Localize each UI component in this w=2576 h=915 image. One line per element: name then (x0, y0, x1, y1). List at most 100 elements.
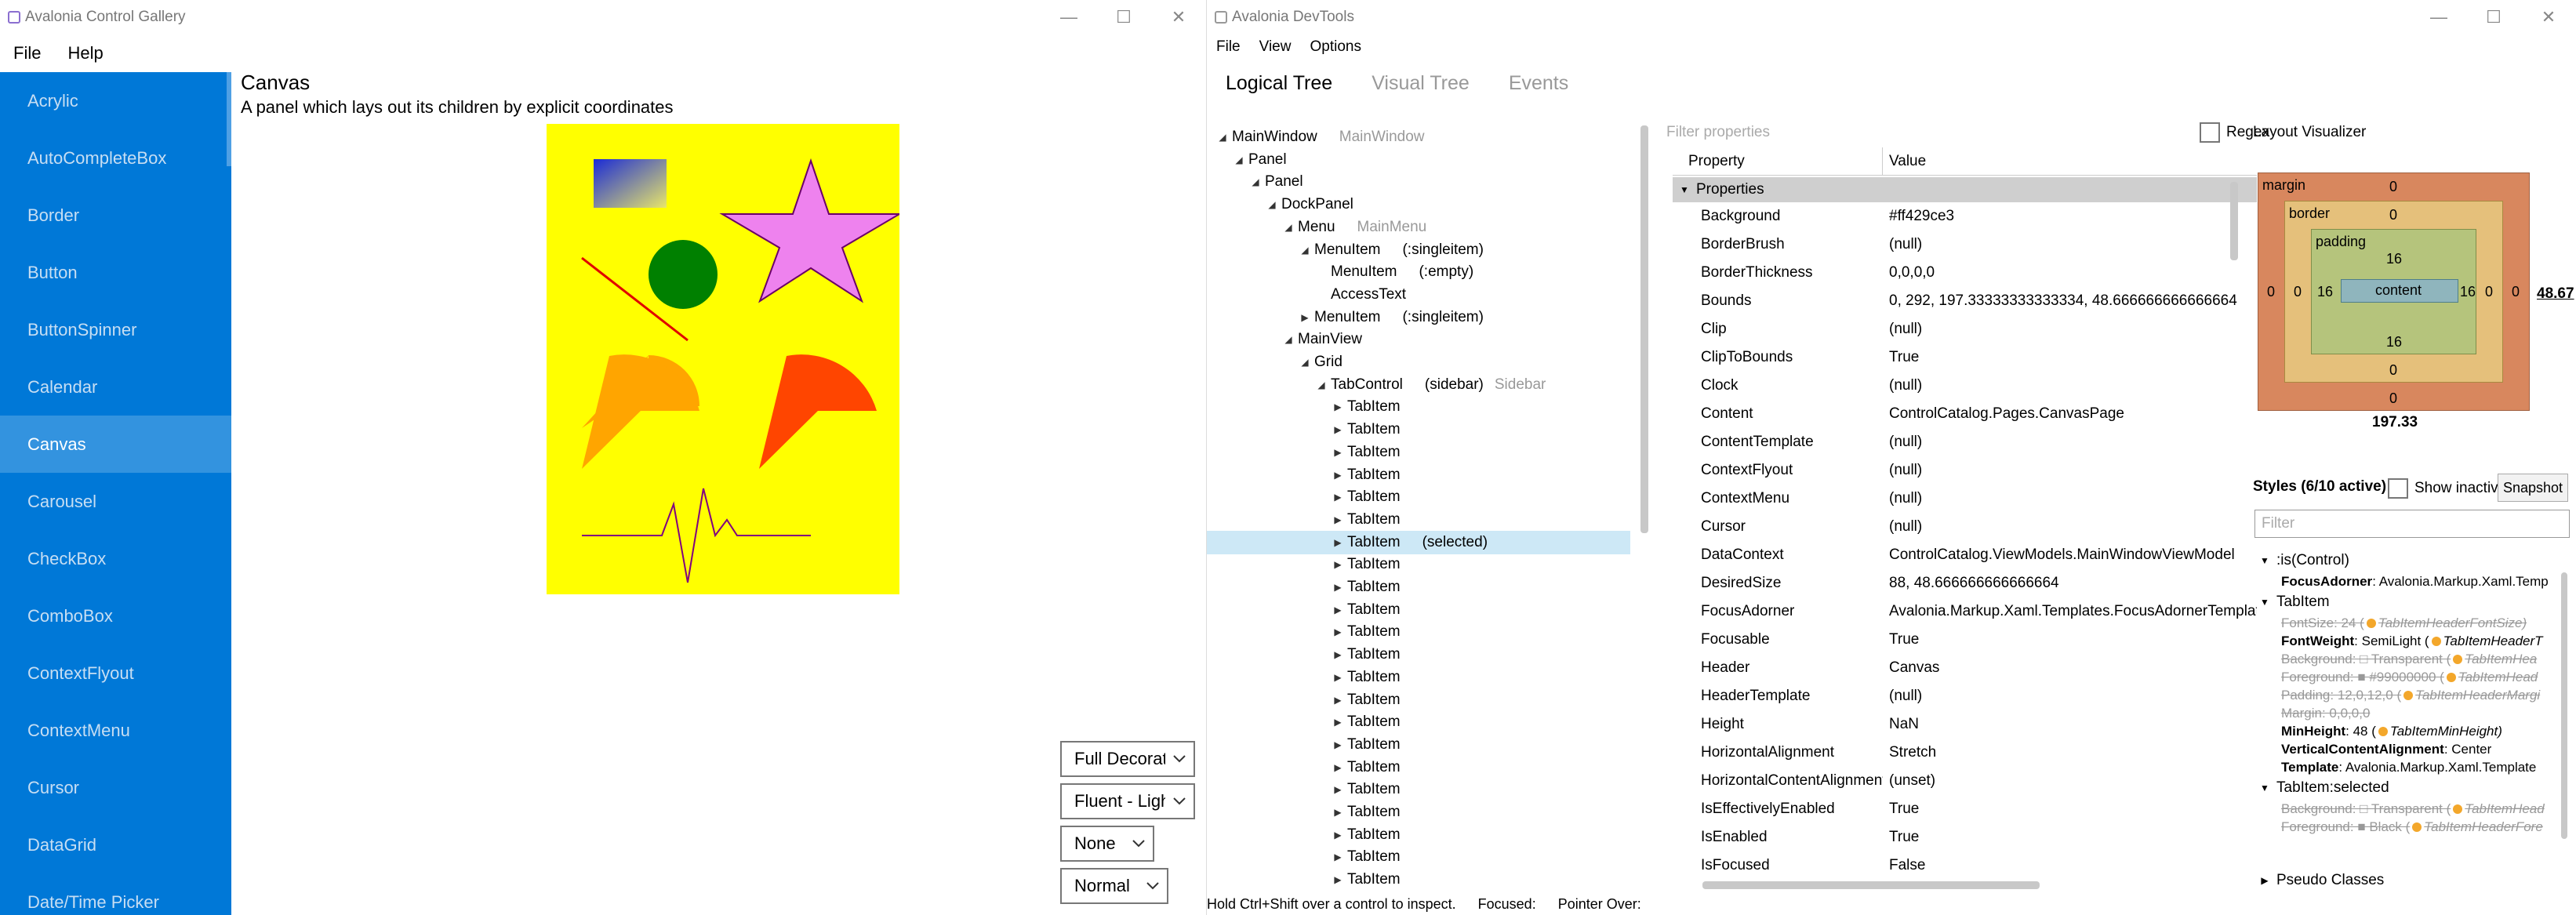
tree-node[interactable]: ◢ Panel (1207, 148, 1630, 172)
expanded-triangle-icon[interactable]: ◢ (1313, 379, 1329, 390)
property-row[interactable]: BorderThickness 0,0,0,0 (1673, 259, 2257, 287)
property-value[interactable]: False (1883, 857, 2257, 874)
tree-node[interactable]: ▶TabItem (1207, 801, 1630, 824)
tree-node[interactable]: ◢ MainView (1207, 328, 1630, 351)
tree-node[interactable]: ▶TabItem (1207, 485, 1630, 509)
tree-node[interactable]: ▶TabItem (1207, 441, 1630, 464)
tree-node[interactable]: ▶TabItem (1207, 620, 1630, 644)
property-row[interactable]: Focusable True (1673, 626, 2257, 654)
property-row[interactable]: BorderBrush (null) (1673, 231, 2257, 259)
setter-resource[interactable]: TabItemHeaderFore (2424, 819, 2543, 835)
property-value[interactable]: ControlCatalog.ViewModels.MainWindowView… (1883, 546, 2257, 564)
property-row[interactable]: Content ControlCatalog.Pages.CanvasPage (1673, 400, 2257, 428)
sidebar-item-buttonspinner[interactable]: ButtonSpinner (0, 301, 231, 358)
menu-view[interactable]: View (1250, 38, 1301, 56)
menu-file[interactable]: File (1207, 38, 1250, 56)
close-icon[interactable]: ✕ (1151, 0, 1206, 34)
sidebar-item-acrylic[interactable]: Acrylic (0, 72, 231, 129)
property-value[interactable]: 0, 292, 197.33333333333334, 48.666666666… (1883, 292, 2257, 310)
property-row[interactable]: ContentTemplate (null) (1673, 428, 2257, 456)
property-row[interactable]: Clock (null) (1673, 372, 2257, 400)
property-row[interactable]: IsFocused False (1673, 851, 2257, 880)
collapsed-triangle-icon[interactable]: ▶ (1330, 762, 1346, 773)
property-row[interactable]: Background #ff429ce3 (1673, 202, 2257, 231)
collapsed-triangle-icon[interactable]: ▶ (1330, 447, 1346, 458)
sidebar-scrollbar[interactable] (227, 72, 231, 166)
property-row[interactable]: DataContext ControlCatalog.ViewModels.Mai… (1673, 541, 2257, 569)
collapsed-triangle-icon[interactable]: ▶ (1330, 851, 1346, 862)
decorations-combobox[interactable]: Full Decorations (1060, 741, 1195, 777)
minimize-icon[interactable]: — (1041, 0, 1096, 34)
tree-node[interactable]: ◢ MenuItem (:singleitem) (1207, 238, 1630, 262)
sidebar-item-datagrid[interactable]: DataGrid (0, 816, 231, 873)
tree-scrollbar[interactable] (1640, 125, 1648, 533)
collapsed-triangle-icon[interactable]: ▶ (1330, 401, 1346, 412)
collapsed-triangle-icon[interactable]: ▶ (1330, 492, 1346, 503)
tree-node[interactable]: ◢ MainWindow MainWindow (1207, 125, 1630, 149)
property-row[interactable]: HorizontalContentAlignment (unset) (1673, 767, 2257, 795)
tree-node[interactable]: ▶TabItem (1207, 463, 1630, 487)
sidebar-item-button[interactable]: Button (0, 244, 231, 301)
menu-help[interactable]: Help (54, 43, 116, 64)
expanded-triangle-icon[interactable]: ◢ (1281, 334, 1296, 345)
styles-filter-input[interactable]: Filter (2254, 510, 2570, 538)
tree-node[interactable]: ◢ DockPanel (1207, 193, 1630, 216)
property-value[interactable]: (null) (1883, 321, 2257, 338)
tree-node[interactable]: ▶TabItem (1207, 395, 1630, 419)
property-value[interactable]: Canvas (1883, 659, 2257, 677)
collapsed-triangle-icon[interactable]: ▶ (1330, 470, 1346, 481)
sidebar-item-calendar[interactable]: Calendar (0, 358, 231, 416)
collapsed-triangle-icon[interactable]: ▶ (1330, 830, 1346, 841)
sidebar-item-combobox[interactable]: ComboBox (0, 587, 231, 644)
property-value[interactable]: #ff429ce3 (1883, 208, 2257, 225)
tree-node[interactable]: MenuItem (:empty) (1207, 260, 1630, 284)
expanded-triangle-icon[interactable]: ◢ (1281, 222, 1296, 233)
property-row[interactable]: ClipToBounds True (1673, 343, 2257, 372)
property-value[interactable]: (null) (1883, 688, 2257, 705)
maximize-icon[interactable]: ☐ (2466, 0, 2521, 34)
tree-node[interactable]: ▶TabItem (1207, 576, 1630, 599)
style-selector[interactable]: ▼ TabItem:selected (2253, 776, 2559, 800)
checkbox-box[interactable] (2388, 478, 2408, 499)
expanded-triangle-icon[interactable]: ◢ (1264, 199, 1280, 210)
property-row[interactable]: Clip (null) (1673, 315, 2257, 343)
flow-direction-combobox[interactable]: Normal (1060, 868, 1168, 904)
tree-node[interactable]: ◢ Grid (1207, 350, 1630, 374)
show-inactive-checkbox[interactable]: Show inactive (2388, 478, 2506, 499)
expanded-triangle-icon[interactable]: ◢ (1248, 176, 1263, 187)
menu-file[interactable]: File (0, 43, 54, 64)
tree-node[interactable]: ▶TabItem (1207, 868, 1630, 891)
collapsed-triangle-icon[interactable]: ▶ (1330, 695, 1346, 706)
sidebar-item-contextmenu[interactable]: ContextMenu (0, 702, 231, 759)
menu-options[interactable]: Options (1300, 38, 1370, 56)
property-value[interactable]: NaN (1883, 716, 2257, 733)
setter-resource[interactable]: TabItemHeaderFontSize) (2378, 615, 2527, 631)
property-value[interactable]: (null) (1883, 236, 2257, 253)
maximize-icon[interactable]: ☐ (1096, 0, 1151, 34)
property-value[interactable]: True (1883, 349, 2257, 366)
property-row[interactable]: DesiredSize 88, 48.666666666666664 (1673, 569, 2257, 597)
pseudo-classes-expander[interactable]: ▶ Pseudo Classes (2253, 872, 2384, 889)
tree-node[interactable]: ▶TabItem (1207, 778, 1630, 801)
sidebar-item-carousel[interactable]: Carousel (0, 473, 231, 530)
property-row[interactable]: IsEffectivelyEnabled True (1673, 795, 2257, 823)
setter-resource[interactable]: TabItemMinHeight) (2390, 724, 2502, 739)
property-value[interactable]: (null) (1883, 462, 2257, 479)
minimize-icon[interactable]: — (2411, 0, 2466, 34)
tree-node[interactable]: ▶TabItem (1207, 418, 1630, 441)
tree-node[interactable]: ▶TabItem (1207, 643, 1630, 666)
property-row[interactable]: ContextFlyout (null) (1673, 456, 2257, 485)
sidebar-item-canvas[interactable]: Canvas (0, 416, 231, 473)
sidebar-item-contextflyout[interactable]: ContextFlyout (0, 644, 231, 702)
sidebar-item-autocompletebox[interactable]: AutoCompleteBox (0, 129, 231, 187)
sidebar-item-border[interactable]: Border (0, 187, 231, 244)
setter-resource[interactable]: TabItemHeaderT (2443, 634, 2543, 649)
property-row[interactable]: HeaderTemplate (null) (1673, 682, 2257, 710)
tree-node[interactable]: AccessText (1207, 283, 1630, 307)
expanded-triangle-icon[interactable]: ◢ (1297, 245, 1313, 256)
property-row[interactable]: Cursor (null) (1673, 513, 2257, 541)
tab-visual-tree[interactable]: Visual Tree (1372, 72, 1470, 95)
column-value[interactable]: Value (1883, 153, 1926, 170)
setter-resource[interactable]: TabItemHead (2465, 801, 2544, 817)
property-row[interactable]: Header Canvas (1673, 654, 2257, 682)
